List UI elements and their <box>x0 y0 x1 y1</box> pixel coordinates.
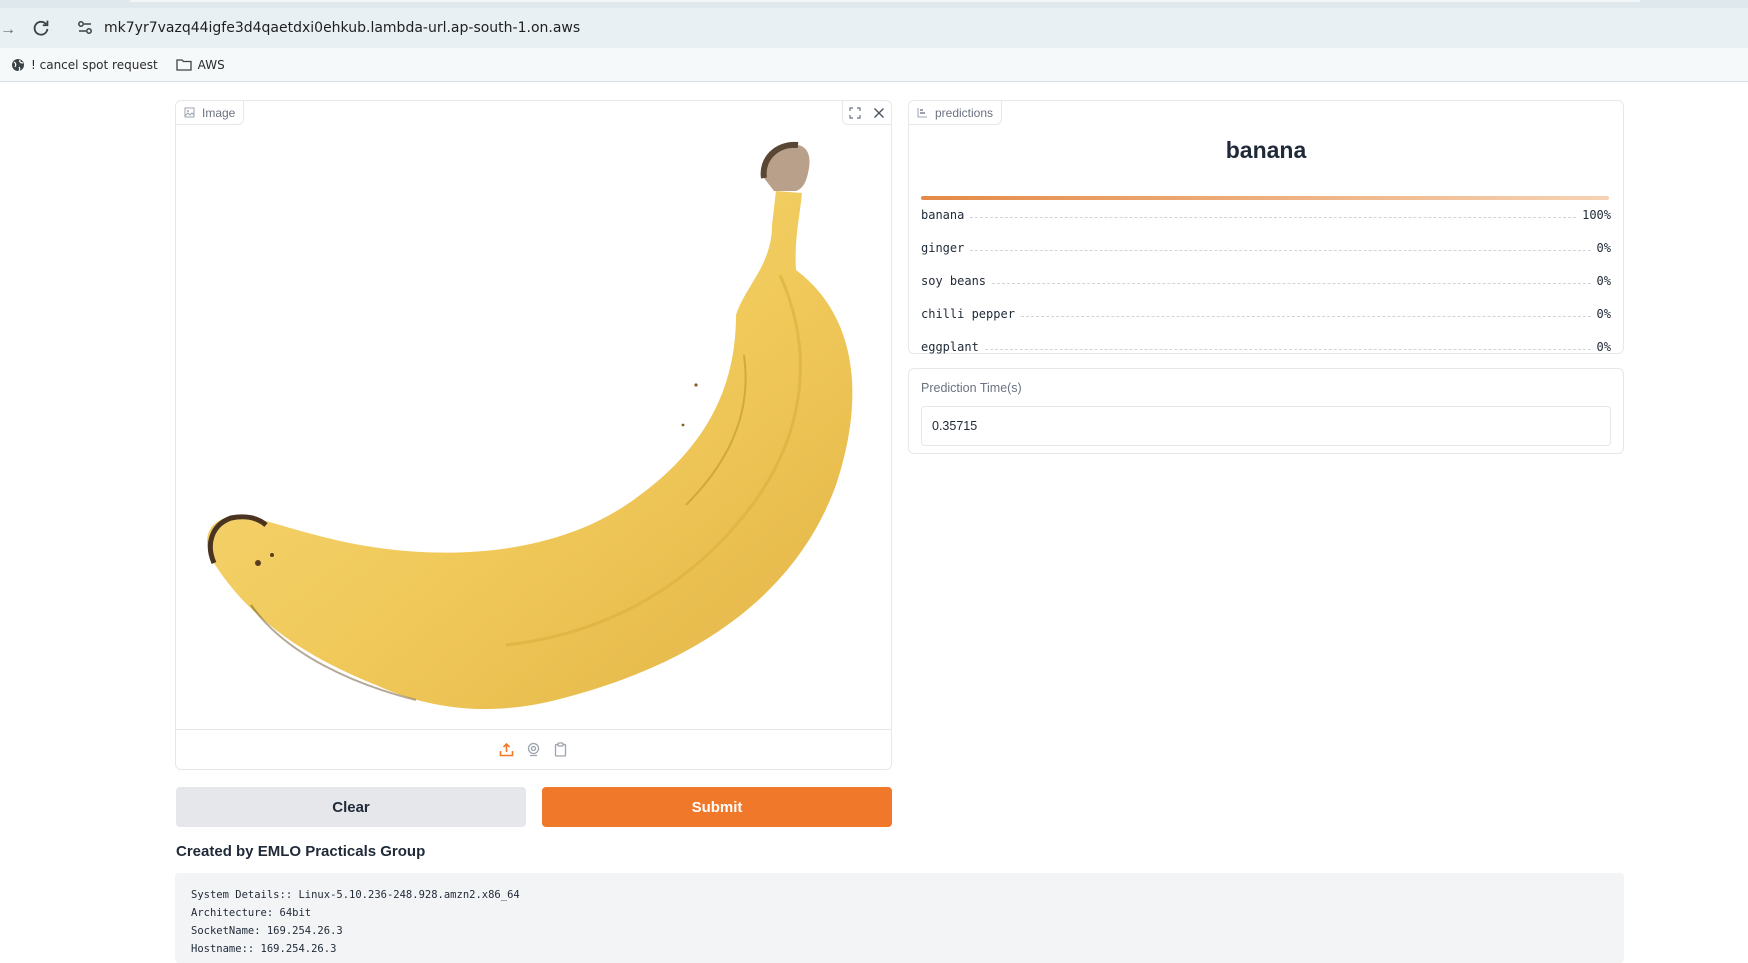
system-line: Architecture: 64bit <box>191 907 312 919</box>
predictions-panel-label: predictions <box>909 101 1003 125</box>
system-details-box: System Details:: Linux-5.10.236-248.928.… <box>175 873 1624 963</box>
prediction-label: banana <box>921 208 965 222</box>
site-settings-icon[interactable] <box>76 19 94 37</box>
gradio-app: Image Clear Submit Created by EMLO Pract… <box>0 82 1748 963</box>
browser-toolbar: → mk7yr7vazq44igfe3d4qaetdxi0ehkub.lambd… <box>0 8 1748 48</box>
system-line: System Details:: Linux-5.10.236-248.928.… <box>191 889 520 901</box>
top-confidence-bar <box>921 196 1609 200</box>
clear-button[interactable]: Clear <box>176 787 526 827</box>
globe-icon <box>12 58 24 71</box>
image-panel-label: Image <box>176 101 245 125</box>
prediction-time-panel: Prediction Time(s) 0.35715 <box>908 368 1624 454</box>
prediction-row[interactable]: soy beans 0% <box>921 270 1611 288</box>
clipboard-icon[interactable] <box>551 740 570 759</box>
prediction-time-field[interactable]: 0.35715 <box>921 406 1611 446</box>
prediction-row[interactable]: eggplant 0% <box>921 336 1611 354</box>
predictions-panel: predictions banana banana 100% ginger 0%… <box>908 100 1624 354</box>
tab-edge <box>130 0 1640 2</box>
browser-tab-strip <box>0 0 1748 8</box>
prediction-percent: 0% <box>1596 241 1611 255</box>
label-icon <box>917 108 927 118</box>
prediction-percent: 100% <box>1582 208 1611 222</box>
top-prediction: banana <box>1225 137 1307 163</box>
uploaded-image <box>176 125 891 725</box>
image-label-text: Image <box>202 105 236 120</box>
upload-icon[interactable] <box>497 740 516 759</box>
prediction-row[interactable]: banana 100% <box>921 204 1611 222</box>
url-text[interactable]: mk7yr7vazq44igfe3d4qaetdxi0ehkub.lambda-… <box>104 20 580 36</box>
back-arrow-icon[interactable]: → <box>0 21 16 39</box>
prediction-label: chilli pepper <box>921 307 1015 321</box>
prediction-percent: 0% <box>1596 274 1611 288</box>
system-line: Hostname:: 169.254.26.3 <box>191 943 337 955</box>
banana-image <box>207 141 853 710</box>
prediction-label: ginger <box>921 241 965 255</box>
prediction-label: eggplant <box>921 340 979 354</box>
leader-dots <box>970 250 1591 251</box>
close-icon[interactable] <box>867 101 891 125</box>
leader-dots <box>970 217 1577 218</box>
prediction-percent: 0% <box>1596 307 1611 321</box>
leader-dots <box>1020 316 1591 317</box>
image-input-panel: Image <box>175 100 892 770</box>
folder-icon <box>176 59 192 71</box>
prediction-percent: 0% <box>1596 340 1611 354</box>
bookmark-cancel-spot-request[interactable]: ! cancel spot request <box>11 58 158 72</box>
bookmark-folder-aws[interactable]: AWS <box>176 58 225 72</box>
system-line: SocketName: 169.254.26.3 <box>191 925 343 937</box>
bookmark-label: AWS <box>197 57 225 72</box>
prediction-label: soy beans <box>921 274 987 288</box>
image-source-bar <box>176 729 891 769</box>
leader-dots <box>984 349 1591 350</box>
predictions-label-text: predictions <box>935 105 994 120</box>
fullscreen-icon[interactable] <box>843 101 867 125</box>
image-toolbar <box>842 101 891 125</box>
leader-dots <box>992 283 1591 284</box>
prediction-time-label: Prediction Time(s) <box>921 381 1022 395</box>
credits-heading: Created by EMLO Practicals Group <box>176 843 426 860</box>
prediction-row[interactable]: ginger 0% <box>921 237 1611 255</box>
bookmark-label: ! cancel spot request <box>31 57 158 72</box>
webcam-icon[interactable] <box>524 740 543 759</box>
address-bar[interactable]: mk7yr7vazq44igfe3d4qaetdxi0ehkub.lambda-… <box>66 8 1748 48</box>
image-icon <box>184 107 195 118</box>
prediction-row[interactable]: chilli pepper 0% <box>921 303 1611 321</box>
reload-icon[interactable] <box>30 17 52 39</box>
submit-button[interactable]: Submit <box>542 787 892 827</box>
bookmarks-bar: ! cancel spot request AWS <box>0 48 1748 82</box>
